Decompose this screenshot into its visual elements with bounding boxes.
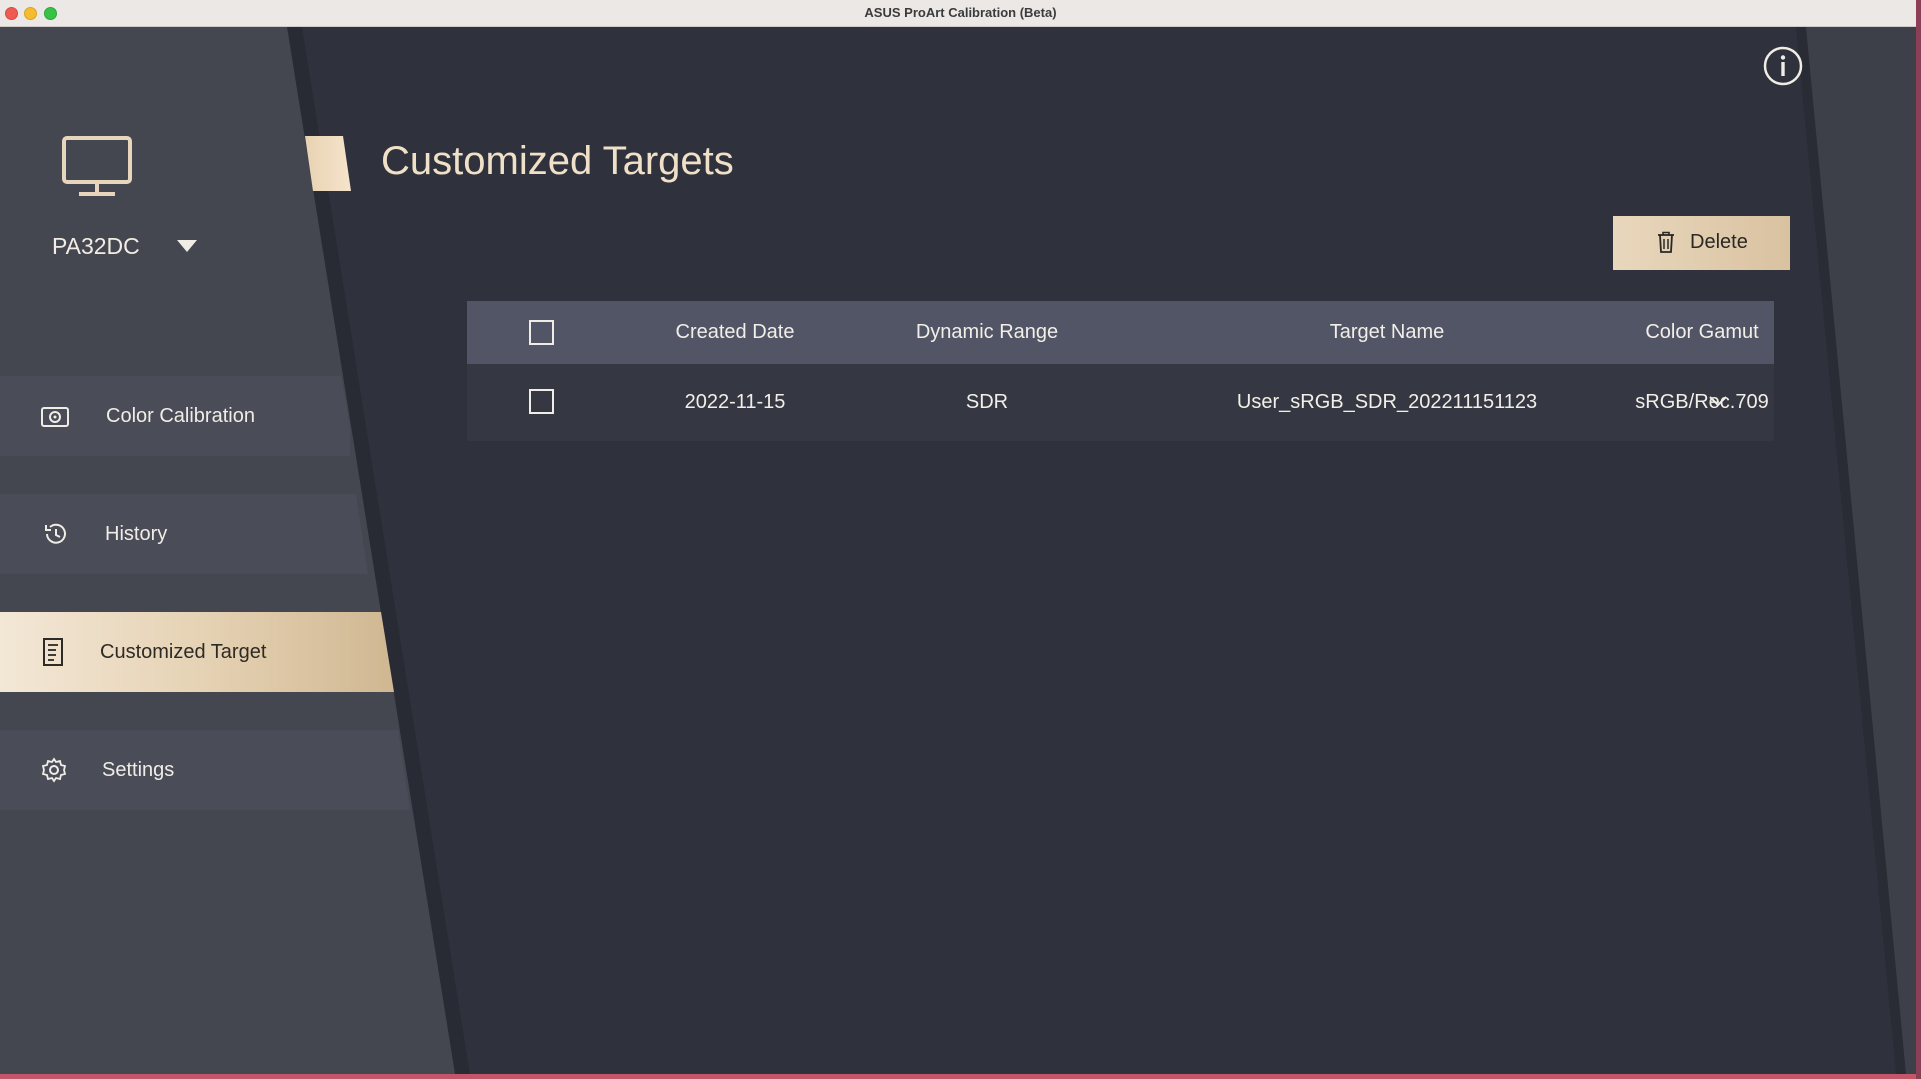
table-header: Created Date Dynamic Range Target Name C…: [467, 301, 1774, 364]
column-header-target-name[interactable]: Target Name: [1227, 321, 1547, 344]
select-all-checkbox[interactable]: [529, 320, 554, 345]
chevron-down-icon[interactable]: [1707, 392, 1729, 410]
row-checkbox[interactable]: [529, 389, 554, 414]
delete-button-label: Delete: [1690, 231, 1748, 253]
title-bar: ASUS ProArt Calibration (Beta): [0, 0, 1921, 27]
gear-icon: [41, 757, 67, 783]
cell-created-date: 2022-11-15: [684, 391, 786, 413]
device-dropdown-icon[interactable]: [176, 239, 198, 253]
window-title: ASUS ProArt Calibration (Beta): [864, 5, 1057, 20]
column-header-dynamic-range[interactable]: Dynamic Range: [877, 321, 1097, 344]
cell-color-gamut: sRGB/Rec.709: [1635, 391, 1769, 413]
column-header-created-date[interactable]: Created Date: [635, 321, 835, 344]
desktop-edge: [1916, 0, 1921, 1079]
page-title: Customized Targets: [381, 139, 734, 183]
sidebar-item-label: Color Calibration: [106, 405, 255, 427]
trash-icon: [1658, 231, 1674, 253]
app-window: ASUS ProArt Calibration (Beta) PA32DC Co…: [0, 0, 1921, 1079]
table-row[interactable]: 2022-11-15 SDR User_sRGB_SDR_20221115112…: [467, 364, 1774, 441]
column-header-color-gamut[interactable]: Color Gamut: [1597, 321, 1807, 344]
title-accent: [305, 136, 351, 191]
cell-target-name: User_sRGB_SDR_202211151123: [1236, 391, 1538, 413]
device-name: PA32DC: [52, 233, 140, 259]
sidebar-item-label: Customized Target: [100, 641, 267, 663]
sidebar-item-label: History: [105, 523, 168, 545]
document-icon: [43, 638, 63, 666]
app-content: PA32DC Color Calibration History Customi…: [0, 27, 1916, 1074]
cell-dynamic-range: SDR: [965, 391, 1009, 413]
targets-table: Created Date Dynamic Range Target Name C…: [467, 301, 1774, 441]
info-icon[interactable]: [1763, 46, 1803, 86]
monitor-icon: [62, 136, 132, 196]
delete-button[interactable]: Delete: [1613, 216, 1790, 270]
history-icon: [45, 523, 66, 544]
sidebar-item-label: Settings: [102, 759, 175, 781]
camera-icon: [41, 407, 69, 427]
